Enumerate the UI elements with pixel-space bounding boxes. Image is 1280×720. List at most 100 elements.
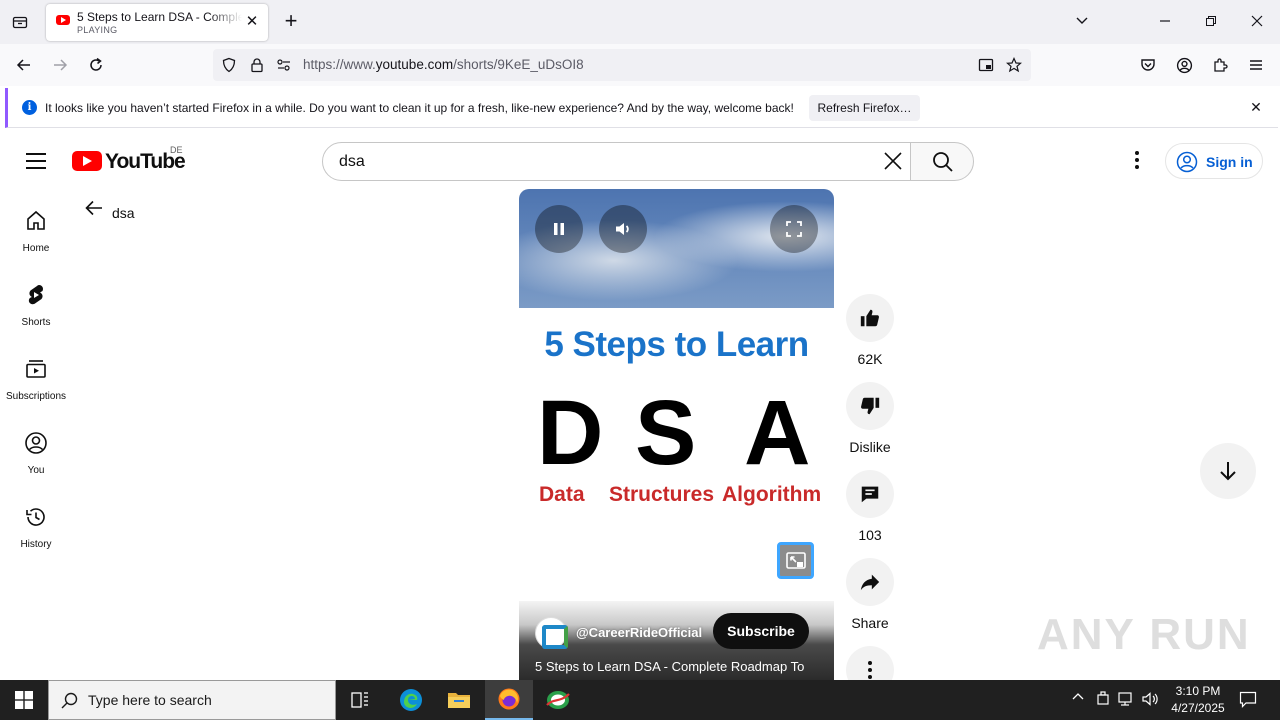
shorts-icon bbox=[28, 285, 44, 305]
minimize-icon bbox=[1160, 20, 1170, 22]
minimize-button[interactable] bbox=[1155, 12, 1175, 32]
video-letter-a: A bbox=[744, 382, 811, 484]
url-domain: youtube.com bbox=[375, 57, 454, 72]
pocket-button[interactable] bbox=[1136, 53, 1160, 77]
tab-audio-status[interactable]: PLAYING bbox=[77, 25, 117, 35]
firefox-view-button[interactable] bbox=[8, 10, 32, 34]
like-button[interactable]: 62K bbox=[845, 294, 895, 367]
taskbar-search-placeholder: Type here to search bbox=[88, 692, 212, 708]
picture-in-picture-icon[interactable] bbox=[978, 57, 994, 73]
restore-button[interactable] bbox=[1201, 12, 1221, 32]
next-video-button[interactable] bbox=[1200, 443, 1256, 499]
shorts-video-player[interactable]: 5 Steps to Learn D S A Data Structures A… bbox=[519, 189, 834, 680]
comment-icon bbox=[861, 486, 879, 503]
sidebar-item-label: Subscriptions bbox=[5, 391, 67, 402]
sign-in-button[interactable]: Sign in bbox=[1165, 143, 1263, 179]
reload-icon bbox=[90, 57, 102, 71]
folder-icon bbox=[448, 693, 470, 708]
guide-menu-button[interactable] bbox=[26, 153, 46, 169]
dislike-button[interactable]: Dislike bbox=[845, 382, 895, 455]
list-all-tabs-button[interactable] bbox=[1072, 12, 1092, 32]
search-input[interactable]: dsa bbox=[322, 142, 911, 181]
taskbar-clock[interactable]: 3:10 PM 4/27/2025 bbox=[1160, 683, 1236, 717]
home-icon bbox=[27, 210, 45, 230]
taskbar-firefox[interactable] bbox=[485, 680, 533, 720]
sidebar-item-label: Home bbox=[22, 243, 50, 254]
close-window-button[interactable] bbox=[1247, 12, 1267, 32]
channel-name[interactable]: @CareerRideOfficial bbox=[576, 625, 702, 640]
forward-button[interactable] bbox=[48, 53, 72, 77]
sidebar-item-history[interactable]: History bbox=[0, 505, 72, 550]
clear-search-icon[interactable] bbox=[880, 148, 906, 174]
account-circle-icon bbox=[1176, 151, 1198, 173]
thumb-down-icon bbox=[861, 397, 880, 415]
taskbar-file-explorer[interactable] bbox=[435, 680, 483, 720]
extensions-button[interactable] bbox=[1208, 53, 1232, 77]
url-path: /shorts/9KeE_uDsOI8 bbox=[453, 57, 584, 72]
video-word-data: Data bbox=[539, 483, 585, 506]
tracking-protection-shield-icon[interactable] bbox=[221, 57, 237, 73]
mute-button[interactable] bbox=[599, 205, 647, 253]
settings-menu-button[interactable] bbox=[1127, 150, 1147, 174]
refresh-firefox-button[interactable]: Refresh Firefox… bbox=[809, 95, 920, 121]
firefox-icon bbox=[498, 688, 520, 710]
like-circle[interactable] bbox=[846, 294, 894, 342]
task-view-button[interactable] bbox=[336, 680, 384, 720]
dislike-circle[interactable] bbox=[846, 382, 894, 430]
share-button[interactable]: Share bbox=[845, 558, 895, 631]
start-button[interactable] bbox=[0, 680, 48, 720]
sidebar-item-home[interactable]: Home bbox=[0, 209, 72, 254]
info-icon: i bbox=[22, 100, 37, 115]
subscribe-button[interactable]: Subscribe bbox=[713, 613, 809, 649]
notification-icon bbox=[1239, 691, 1257, 708]
more-actions-button[interactable] bbox=[845, 646, 895, 680]
show-hidden-icons-button[interactable] bbox=[1071, 690, 1085, 707]
tray-network-icon[interactable] bbox=[1118, 691, 1136, 710]
sidebar-item-shorts[interactable]: Shorts bbox=[0, 283, 72, 328]
sidebar-item-subscriptions[interactable]: Subscriptions bbox=[0, 357, 72, 402]
sign-in-label: Sign in bbox=[1206, 154, 1253, 170]
comments-button[interactable]: 103 bbox=[845, 470, 895, 543]
url-prefix: https://www. bbox=[303, 57, 376, 72]
taskbar-app-chart[interactable] bbox=[534, 680, 582, 720]
comments-circle[interactable] bbox=[846, 470, 894, 518]
bookmark-star-icon[interactable] bbox=[1006, 57, 1022, 73]
reload-button[interactable] bbox=[84, 53, 108, 77]
like-count: 62K bbox=[857, 351, 883, 367]
action-center-button[interactable] bbox=[1239, 691, 1257, 711]
video-title[interactable]: 5 Steps to Learn DSA - Complete Roadmap … bbox=[535, 659, 804, 674]
tab-close-icon[interactable]: ✕ bbox=[244, 14, 260, 30]
search-button[interactable] bbox=[910, 142, 974, 181]
arrow-down-icon bbox=[1220, 462, 1236, 481]
pause-button[interactable] bbox=[535, 205, 583, 253]
account-button[interactable] bbox=[1172, 53, 1196, 77]
url-bar[interactable]: https://www.youtube.com/shorts/9KeE_uDsO… bbox=[213, 49, 1031, 81]
url-text[interactable]: https://www.youtube.com/shorts/9KeE_uDsO… bbox=[303, 57, 584, 72]
taskbar-edge[interactable] bbox=[387, 680, 435, 720]
taskbar-search-box[interactable]: Type here to search bbox=[48, 680, 336, 720]
search-icon bbox=[61, 692, 78, 709]
notification-close-icon[interactable]: ✕ bbox=[1248, 99, 1264, 115]
navigation-toolbar: https://www.youtube.com/shorts/9KeE_uDsO… bbox=[0, 44, 1280, 86]
browser-tab-youtube[interactable]: 5 Steps to Learn DSA - Complete Roadmap … bbox=[46, 4, 268, 41]
clock-time: 3:10 PM bbox=[1175, 684, 1221, 698]
video-word-algorithm: Algorithm bbox=[722, 483, 822, 506]
sidebar-item-you[interactable]: You bbox=[0, 431, 72, 476]
tray-device-icon[interactable] bbox=[1096, 691, 1110, 710]
more-actions-circle[interactable] bbox=[846, 646, 894, 680]
picture-in-picture-button[interactable] bbox=[777, 542, 814, 579]
fullscreen-button[interactable] bbox=[770, 205, 818, 253]
sidebar-item-label: Shorts bbox=[21, 317, 51, 328]
app-menu-button[interactable] bbox=[1244, 53, 1268, 77]
back-button[interactable] bbox=[12, 53, 36, 77]
share-icon bbox=[860, 574, 880, 591]
site-permissions-icon[interactable] bbox=[276, 57, 292, 73]
share-circle[interactable] bbox=[846, 558, 894, 606]
new-tab-button[interactable]: + bbox=[280, 10, 302, 32]
lock-icon[interactable] bbox=[249, 57, 265, 73]
tray-volume-icon[interactable] bbox=[1142, 691, 1160, 710]
channel-avatar[interactable] bbox=[535, 617, 568, 649]
clock-date: 4/27/2025 bbox=[1171, 701, 1225, 715]
arrow-left-icon bbox=[16, 59, 30, 71]
share-label: Share bbox=[851, 615, 889, 631]
